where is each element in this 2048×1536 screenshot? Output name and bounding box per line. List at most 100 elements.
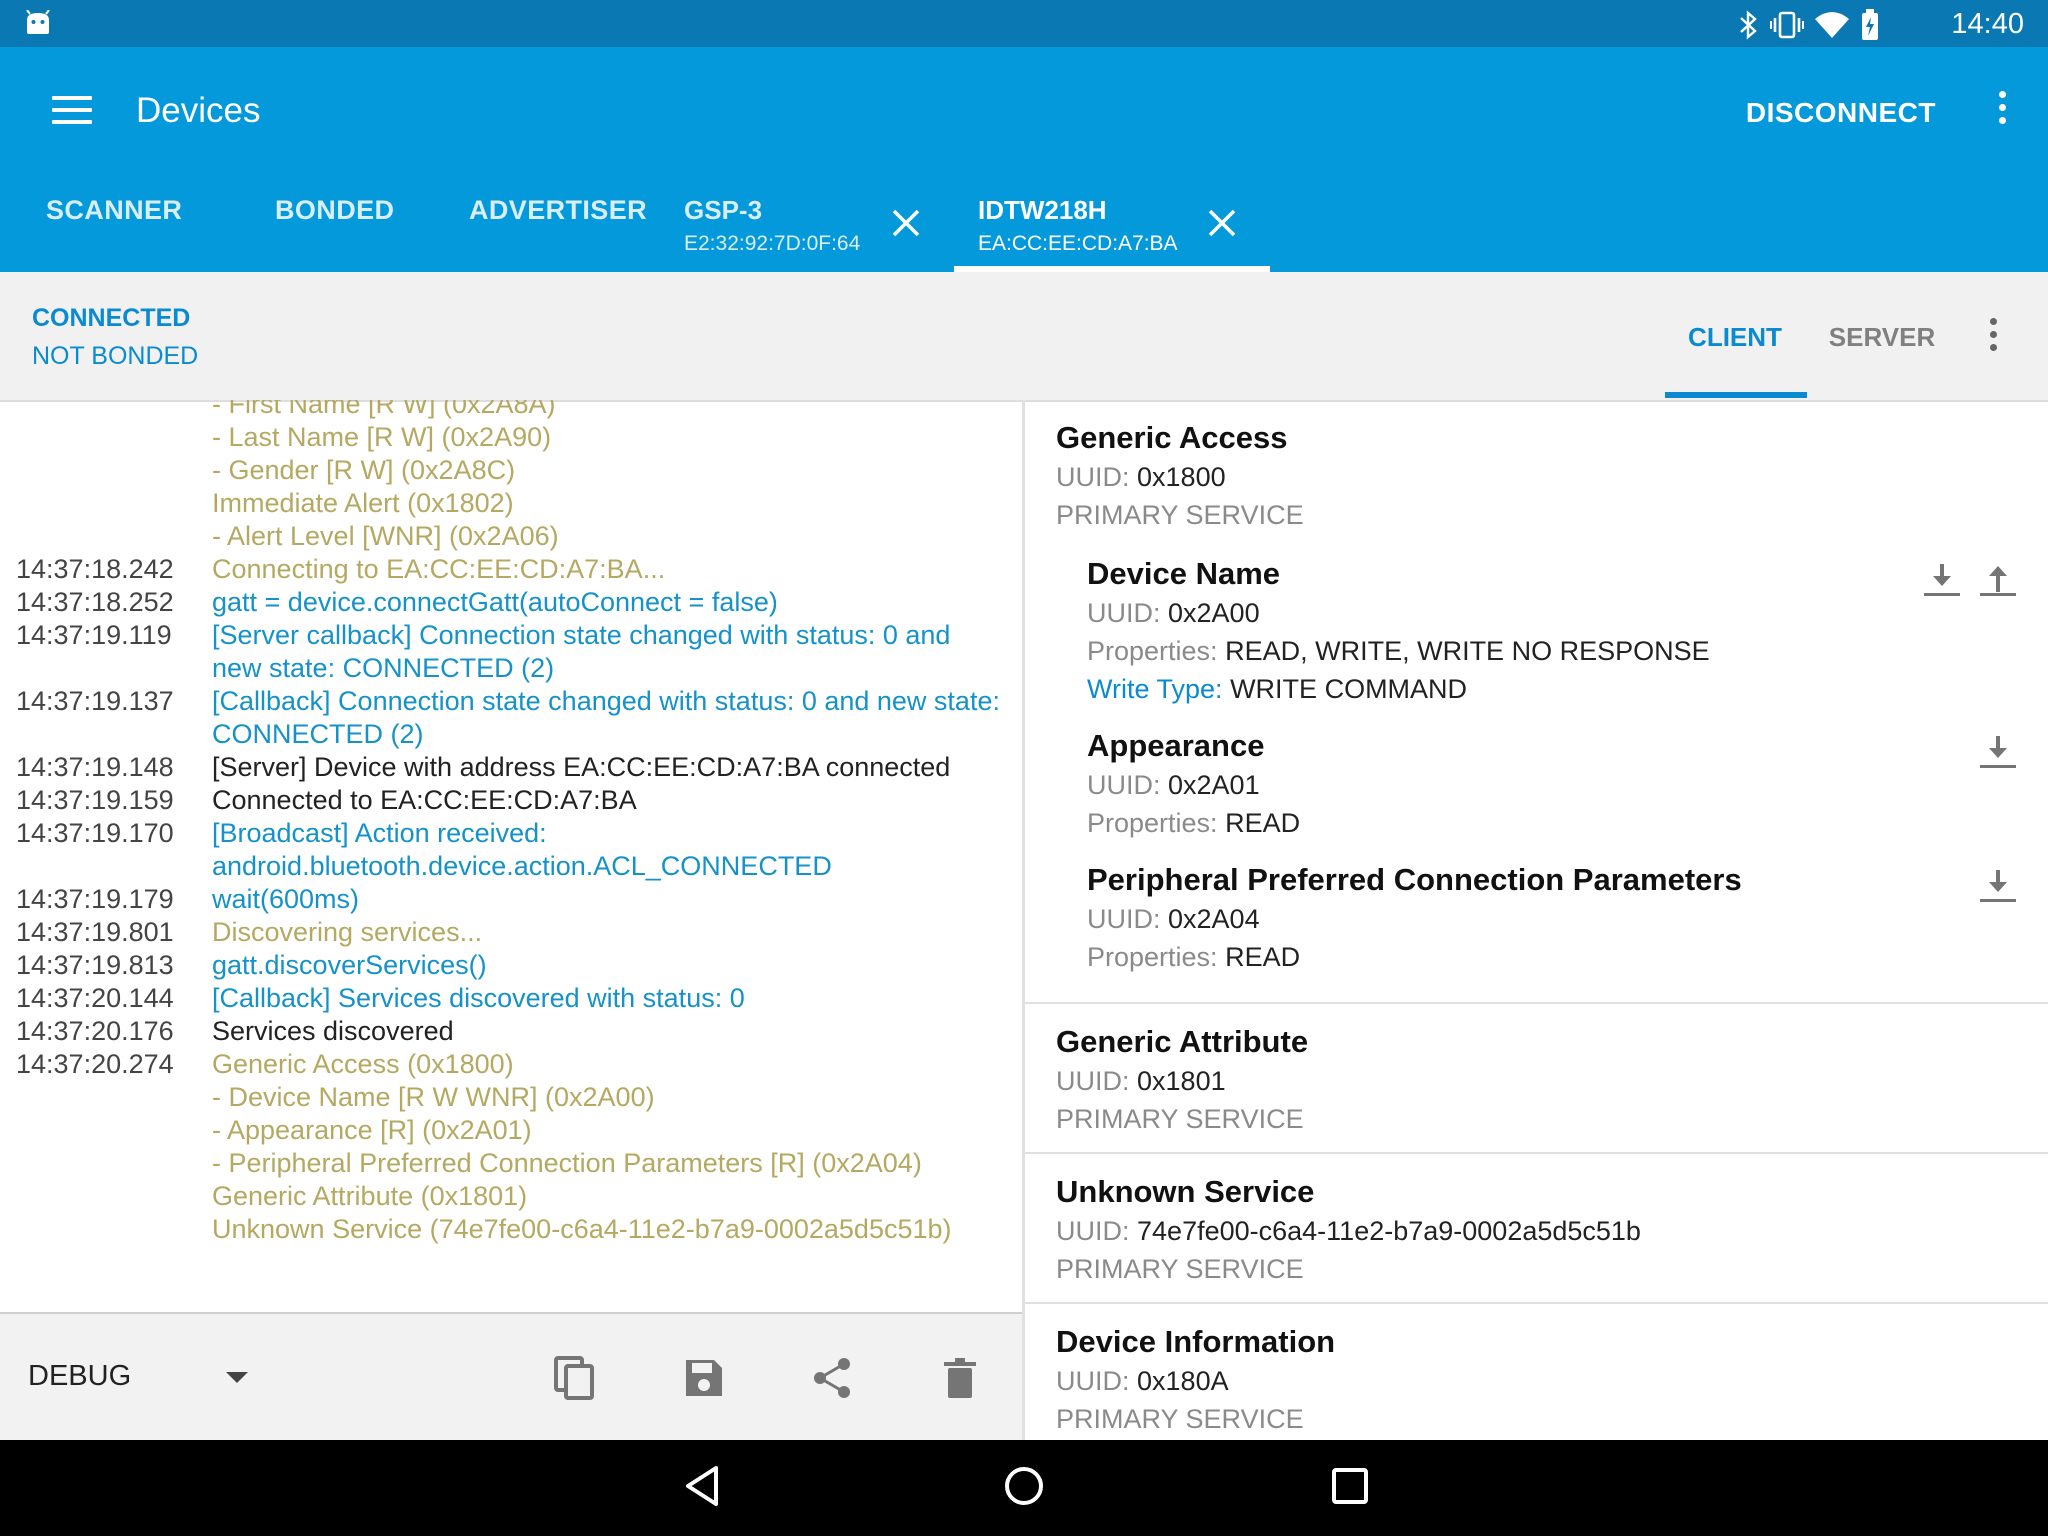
log-entry: - Alert Level [WNR] (0x2A06) xyxy=(0,520,1022,553)
back-icon[interactable] xyxy=(682,1464,722,1513)
recents-icon[interactable] xyxy=(1330,1464,1370,1513)
properties-value: READ xyxy=(1225,808,1301,838)
read-icon[interactable] xyxy=(1920,562,1964,603)
uuid-value: 0x1800 xyxy=(1137,462,1226,492)
tab-bonded[interactable]: BONDED xyxy=(275,195,394,226)
disconnect-button[interactable]: DISCONNECT xyxy=(1746,97,1936,129)
log-timestamp xyxy=(0,1147,212,1180)
service-item[interactable]: Generic Access UUID: 0x1800 PRIMARY SERVIC… xyxy=(1025,400,2048,1004)
tab-device-gsp3[interactable]: GSP-3 E2:32:92:7D:0F:64 xyxy=(684,195,860,256)
service-uuid: UUID: 74e7fe00-c6a4-11e2-b7a9-0002a5d5c5… xyxy=(1056,1212,2048,1250)
log-entry: android.bluetooth.device.action.ACL_CONN… xyxy=(0,850,1022,883)
tab-server[interactable]: SERVER xyxy=(1812,322,1952,353)
close-icon[interactable] xyxy=(1206,207,1238,239)
tab-scanner[interactable]: SCANNER xyxy=(46,195,182,226)
chevron-down-icon[interactable] xyxy=(226,1372,248,1383)
connection-state: CONNECTED xyxy=(32,304,191,332)
log-message: CONNECTED (2) xyxy=(212,719,424,749)
characteristic-item[interactable]: Device Name UUID: 0x2A00 Properties: READ,… xyxy=(1056,548,2048,720)
log-message: Unknown Service (74e7fe00-c6a4-11e2-b7a9… xyxy=(212,1214,952,1244)
log-entry: new state: CONNECTED (2) xyxy=(0,652,1022,685)
characteristic-properties: Properties: READ xyxy=(1087,804,2048,842)
delete-icon[interactable] xyxy=(936,1354,984,1402)
log-message: gatt.discoverServices() xyxy=(212,950,487,980)
log-message: wait(600ms) xyxy=(212,884,360,914)
service-item[interactable]: Device Information UUID: 0x180A PRIMARY SE… xyxy=(1025,1304,2048,1440)
log-timestamp: 14:37:19.179 xyxy=(16,884,174,914)
read-icon[interactable] xyxy=(1976,734,2020,775)
wifi-icon xyxy=(1814,11,1850,44)
log-timestamp xyxy=(0,1081,212,1114)
log-entry: CONNECTED (2) xyxy=(0,718,1022,751)
write-icon[interactable] xyxy=(1976,562,2020,603)
log-entry: 14:37:20.144 [Callback] Services discover… xyxy=(0,982,1022,1015)
uuid-label: UUID: xyxy=(1056,462,1130,492)
log-entry: Immediate Alert (0x1802) xyxy=(0,487,1022,520)
service-item[interactable]: Generic Attribute UUID: 0x1801 PRIMARY SER… xyxy=(1025,1004,2048,1154)
characteristic-write-type[interactable]: Write Type: WRITE COMMAND xyxy=(1087,670,2048,708)
uuid-value: 74e7fe00-c6a4-11e2-b7a9-0002a5d5c51b xyxy=(1137,1216,1641,1246)
log-timestamp xyxy=(0,1180,212,1213)
log-entry: - Peripheral Preferred Connection Parame… xyxy=(0,1147,1022,1180)
log-timestamp: 14:37:20.176 xyxy=(16,1016,174,1046)
service-item[interactable]: Unknown Service UUID: 74e7fe00-c6a4-11e2-… xyxy=(1025,1154,2048,1304)
properties-value: READ xyxy=(1225,942,1301,972)
log-message: - Appearance [R] (0x2A01) xyxy=(212,1115,532,1145)
log-panel[interactable]: - First Name [R W] (0x2A8A) - Last Name [… xyxy=(0,400,1022,1312)
log-level-select[interactable]: DEBUG xyxy=(28,1360,131,1393)
uuid-label: UUID: xyxy=(1087,904,1161,934)
copy-icon[interactable] xyxy=(550,1354,598,1402)
log-timestamp xyxy=(0,1114,212,1147)
tab-indicator xyxy=(1665,392,1807,398)
more-vert-icon[interactable] xyxy=(1996,91,2008,131)
uuid-label: UUID: xyxy=(1056,1366,1130,1396)
close-icon[interactable] xyxy=(890,207,922,239)
properties-label: Properties: xyxy=(1087,636,1218,666)
tab-device-idtw218h[interactable]: IDTW218H EA:CC:EE:CD:A7:BA xyxy=(978,195,1178,256)
log-timestamp xyxy=(0,520,212,553)
write-type-value: WRITE COMMAND xyxy=(1230,674,1468,704)
tab-advertiser[interactable]: ADVERTISER xyxy=(469,195,647,226)
log-timestamp: 14:37:19.137 xyxy=(16,686,174,716)
log-message: new state: CONNECTED (2) xyxy=(212,653,555,683)
log-timestamp xyxy=(0,850,212,883)
log-message: - Last Name [R W] (0x2A90) xyxy=(212,422,552,452)
log-timestamp: 14:37:19.813 xyxy=(16,950,174,980)
characteristic-actions xyxy=(1976,868,2020,909)
tab-device-address: EA:CC:EE:CD:A7:BA xyxy=(978,232,1178,255)
log-timestamp: 14:37:18.252 xyxy=(16,587,174,617)
characteristic-name: Appearance xyxy=(1087,728,1265,763)
log-message: Generic Attribute (0x1801) xyxy=(212,1181,528,1211)
properties-label: Properties: xyxy=(1087,808,1218,838)
navigation-bar xyxy=(0,1440,2048,1536)
services-panel[interactable]: Generic Access UUID: 0x1800 PRIMARY SERVIC… xyxy=(1025,400,2048,1440)
characteristic-item[interactable]: Appearance UUID: 0x2A01 Properties: READ xyxy=(1056,720,2048,854)
menu-icon[interactable] xyxy=(52,96,92,128)
clock: 14:40 xyxy=(1951,8,2024,40)
service-type: PRIMARY SERVICE xyxy=(1056,1254,1304,1284)
battery-charging-icon xyxy=(1860,9,1880,46)
share-icon[interactable] xyxy=(808,1354,856,1402)
log-message: [Broadcast] Action received: xyxy=(212,818,547,848)
characteristic-name: Peripheral Preferred Connection Paramete… xyxy=(1087,862,1742,897)
tab-device-name: GSP-3 xyxy=(684,195,763,225)
read-icon[interactable] xyxy=(1976,868,2020,909)
more-vert-icon[interactable] xyxy=(1986,318,2000,357)
uuid-value: 0x1801 xyxy=(1137,1066,1226,1096)
characteristic-uuid: UUID: 0x2A04 xyxy=(1087,900,2048,938)
tab-device-name: IDTW218H xyxy=(978,195,1107,225)
log-message: Immediate Alert (0x1802) xyxy=(212,488,514,518)
uuid-value: 0x180A xyxy=(1137,1366,1229,1396)
android-icon xyxy=(24,9,52,41)
tab-client[interactable]: CLIENT xyxy=(1665,322,1805,353)
home-icon[interactable] xyxy=(1004,1464,1044,1513)
characteristic-item[interactable]: Peripheral Preferred Connection Paramete… xyxy=(1056,854,2048,988)
log-message: Discovering services... xyxy=(212,917,483,947)
service-name: Device Information xyxy=(1056,1324,1336,1359)
save-icon[interactable] xyxy=(680,1354,728,1402)
log-message: [Server] Device with address EA:CC:EE:CD… xyxy=(212,752,951,782)
log-timestamp: 14:37:20.144 xyxy=(16,983,174,1013)
app-toolbar: Devices DISCONNECT SCANNER BONDED ADVERT… xyxy=(0,47,2048,272)
log-entry: - Device Name [R W WNR] (0x2A00) xyxy=(0,1081,1022,1114)
service-name: Unknown Service xyxy=(1056,1174,1315,1209)
